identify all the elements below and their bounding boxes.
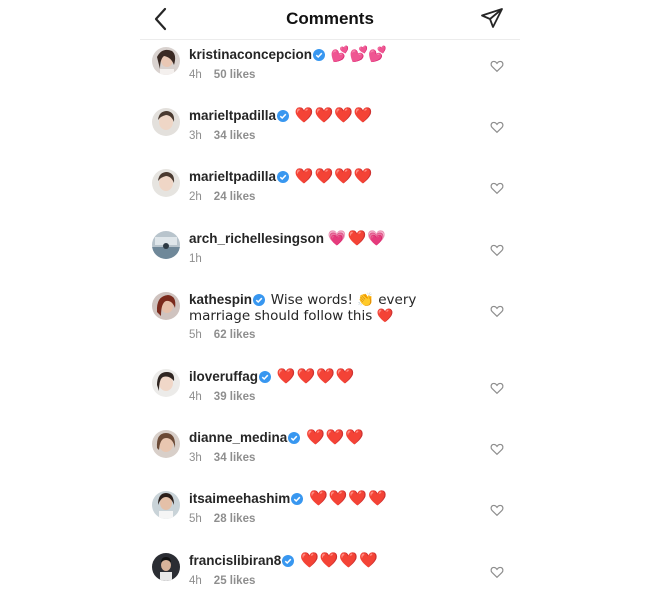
comment-username[interactable]: arch_richellesingson [189, 231, 324, 246]
comment-likes[interactable]: 24 likes [214, 191, 256, 203]
comment-body: marieltpadilla ❤️❤️❤️❤️ [189, 167, 479, 185]
comment-meta: 1h [189, 253, 202, 265]
verified-badge-icon [277, 171, 290, 183]
comment-body: iloveruffag ❤️❤️❤️❤️ [189, 367, 479, 385]
verified-badge-icon [259, 371, 272, 383]
avatar[interactable] [152, 231, 180, 259]
comment-meta: 4h 25 likes [189, 575, 255, 587]
avatar[interactable] [152, 553, 180, 581]
verified-badge-icon [313, 49, 326, 61]
comment-time: 5h [189, 513, 202, 525]
like-heart-icon[interactable] [490, 304, 504, 318]
comment-time: 4h [189, 69, 202, 81]
comment-text: 💗❤️💗 [327, 229, 387, 247]
comments-screen: Comments kristinaconcepcion 💕💕💕 4h 50 lik… [140, 0, 520, 600]
comment-username[interactable]: francislibiran8 [189, 553, 281, 568]
comment-username[interactable]: kathespin [189, 292, 252, 307]
paper-plane-icon [481, 8, 503, 28]
avatar[interactable] [152, 169, 180, 197]
comment-time: 3h [189, 130, 202, 142]
comment-username[interactable]: marieltpadilla [189, 108, 276, 123]
comment-username[interactable]: dianne_medina [189, 430, 287, 445]
comment-meta: 5h 62 likes [189, 329, 255, 341]
avatar[interactable] [152, 491, 180, 519]
verified-badge-icon [277, 110, 290, 122]
comment-body: kathespin Wise words! 👏 every marriage s… [189, 292, 454, 324]
comment-text: ❤️❤️❤️❤️ [300, 551, 379, 569]
share-button[interactable] [480, 6, 504, 30]
comment-time: 4h [189, 575, 202, 587]
like-heart-icon[interactable] [490, 59, 504, 73]
comment-text: ❤️❤️❤️❤️ [294, 167, 374, 185]
comment-body: dianne_medina ❤️❤️❤️ [189, 428, 479, 446]
like-heart-icon[interactable] [490, 503, 504, 517]
comment-time: 1h [189, 253, 202, 265]
comment-time: 4h [189, 391, 202, 403]
like-heart-icon[interactable] [490, 120, 504, 134]
verified-badge-icon [282, 555, 295, 567]
comment-time: 3h [189, 452, 202, 464]
comment-time: 2h [189, 191, 202, 203]
like-heart-icon[interactable] [490, 181, 504, 195]
avatar[interactable] [152, 108, 180, 136]
comment-body: francislibiran8 ❤️❤️❤️❤️ [189, 551, 479, 569]
comment-body: marieltpadilla ❤️❤️❤️❤️ [189, 106, 479, 124]
like-heart-icon[interactable] [490, 565, 504, 579]
comment-text: ❤️❤️❤️ [306, 428, 366, 446]
like-heart-icon[interactable] [490, 381, 504, 395]
comment-username[interactable]: iloveruffag [189, 369, 258, 384]
comment-time: 5h [189, 329, 202, 341]
comment-likes[interactable]: 62 likes [214, 329, 256, 341]
comment-likes[interactable]: 34 likes [214, 130, 256, 142]
comment-meta: 3h 34 likes [189, 452, 255, 464]
avatar[interactable] [152, 369, 180, 397]
avatar[interactable] [152, 430, 180, 458]
comment-meta: 2h 24 likes [189, 191, 255, 203]
comment-username[interactable]: kristinaconcepcion [189, 47, 312, 62]
comment-text: 💕💕💕 [330, 45, 387, 63]
page-title: Comments [286, 9, 374, 28]
comment-meta: 3h 34 likes [189, 130, 255, 142]
comment-likes[interactable]: 28 likes [214, 513, 256, 525]
comment-likes[interactable]: 25 likes [214, 575, 256, 587]
comment-text: ❤️❤️❤️❤️ [276, 367, 356, 385]
header-bar: Comments [140, 0, 520, 40]
comment-username[interactable]: itsaimeehashim [189, 491, 290, 506]
like-heart-icon[interactable] [490, 442, 504, 456]
comment-text: ❤️❤️❤️❤️ [309, 489, 388, 507]
comment-meta: 4h 39 likes [189, 391, 255, 403]
comment-body: itsaimeehashim ❤️❤️❤️❤️ [189, 489, 479, 507]
comment-likes[interactable]: 50 likes [214, 69, 256, 81]
comment-body: arch_richellesingson 💗❤️💗 [189, 229, 479, 247]
avatar[interactable] [152, 47, 180, 75]
avatar[interactable] [152, 292, 180, 320]
comment-username[interactable]: marieltpadilla [189, 169, 276, 184]
like-heart-icon[interactable] [490, 243, 504, 257]
comment-body: kristinaconcepcion 💕💕💕 [189, 45, 479, 63]
verified-badge-icon [288, 432, 301, 444]
comment-meta: 4h 50 likes [189, 69, 255, 81]
verified-badge-icon [253, 294, 266, 306]
comment-likes[interactable]: 39 likes [214, 391, 256, 403]
verified-badge-icon [291, 493, 304, 505]
comment-text: ❤️❤️❤️❤️ [294, 106, 374, 124]
comment-meta: 5h 28 likes [189, 513, 255, 525]
comment-likes[interactable]: 34 likes [214, 452, 256, 464]
